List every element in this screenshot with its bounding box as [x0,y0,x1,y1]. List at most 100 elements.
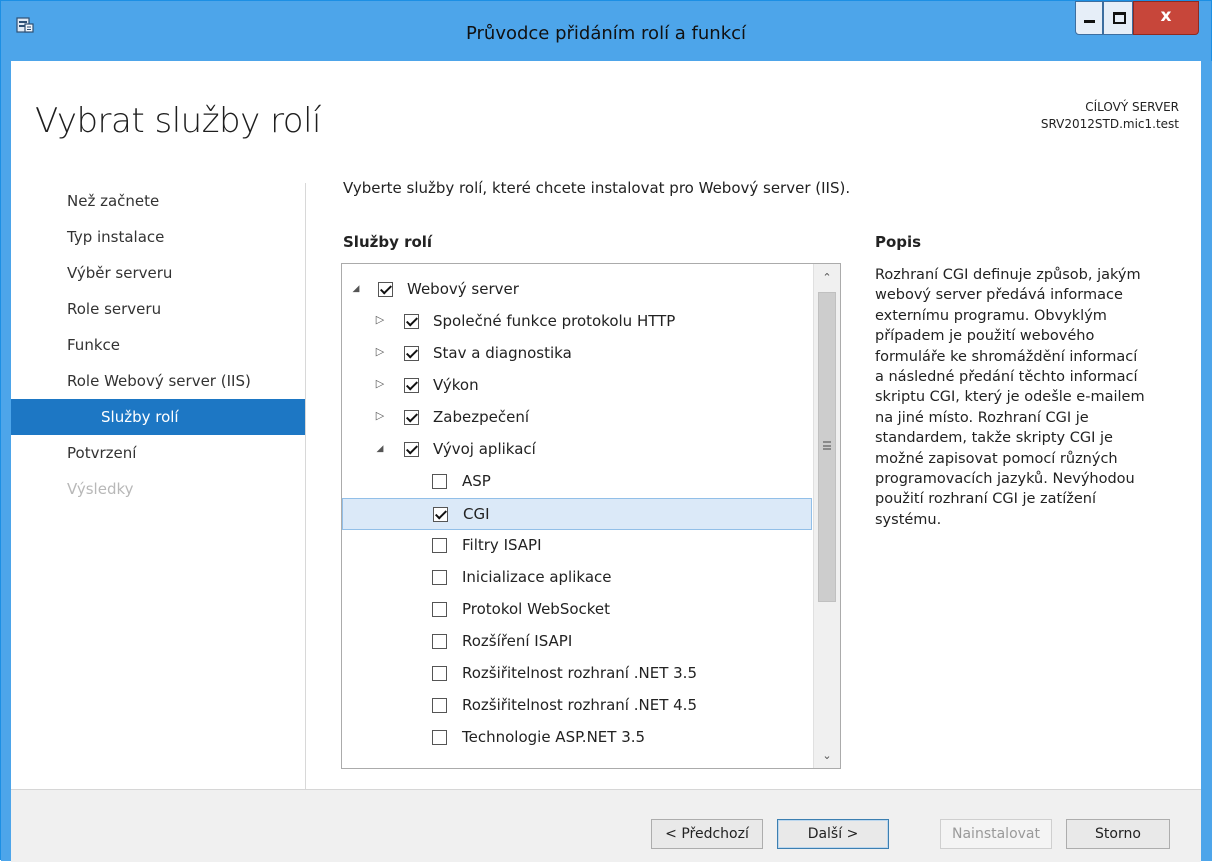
role-service-checkbox[interactable] [432,474,447,489]
window-title: Průvodce přidáním rolí a funkcí [465,23,747,44]
scroll-up-icon[interactable]: ⌃ [814,268,840,288]
target-server-info: CÍLOVÝ SERVER SRV2012STD.mic1.test [1041,99,1179,133]
role-service-label: Vývoj aplikací [433,440,536,458]
tree-scrollbar[interactable]: ⌃ ⌄ [813,264,840,768]
nav-item-before-you-begin[interactable]: Než začnete [11,183,305,219]
role-service-checkbox[interactable] [404,410,419,425]
role-service-label: Zabezpečení [433,408,529,426]
minimize-button[interactable] [1075,1,1103,35]
nav-divider [305,183,306,815]
tree-row[interactable]: ▷ Výkon [342,370,812,402]
tree-row[interactable]: ▷ Zabezpečení [342,402,812,434]
role-service-label: Filtry ISAPI [462,536,542,554]
role-service-checkbox[interactable] [432,538,447,553]
role-service-label: Společné funkce protokolu HTTP [433,312,676,330]
description-line: webový server předává informace [875,287,1123,304]
role-service-label: CGI [463,505,490,523]
maximize-button[interactable] [1103,1,1133,35]
grip-icon [823,441,831,450]
description-line: použití rozhraní CGI je zatížení [875,491,1096,508]
role-service-label: Výkon [433,376,479,394]
role-service-label: Stav a diagnostika [433,344,572,362]
tree-row[interactable]: Technologie ASP.NET 3.5 [342,722,812,754]
wizard-nav: Než začnete Typ instalace Výběr serveru … [11,183,305,507]
description-line: případem je použití webového [875,328,1095,345]
tree-row[interactable]: ◢ Vývoj aplikací [342,434,812,466]
nav-item-installation-type[interactable]: Typ instalace [11,219,305,255]
tree-row[interactable]: CGI [342,498,812,530]
role-services-tree[interactable]: ◢ Webový server ▷ Společné funkce protokolu… [341,263,841,769]
description-line: Rozhraní CGI definuje způsob, jakým [875,267,1141,283]
role-service-checkbox[interactable] [432,698,447,713]
scrollbar-thumb[interactable] [818,292,836,602]
page-title: Vybrat služby rolí [35,101,322,141]
role-service-label: Inicializace aplikace [462,568,612,586]
tree-row[interactable]: Rozšíření ISAPI [342,626,812,658]
window-border-left [1,61,11,861]
role-service-checkbox[interactable] [432,570,447,585]
tree-row[interactable]: ▷ Společné funkce protokolu HTTP [342,306,812,338]
cancel-button[interactable]: Storno [1066,819,1170,849]
description-line: na jiné místo. Rozhraní CGI je [875,409,1089,426]
install-button: Nainstalovat [940,819,1052,849]
nav-item-web-server-role[interactable]: Role Webový server (IIS) [11,363,305,399]
role-service-label: Rozšiřitelnost rozhraní .NET 4.5 [462,696,697,714]
expand-arrow-icon[interactable]: ▷ [374,313,386,326]
role-services-heading: Služby rolí [343,233,433,251]
expand-arrow-icon[interactable]: ▷ [374,345,386,358]
nav-item-role-services[interactable]: Služby rolí [11,399,305,435]
wizard-content: Vybrat služby rolí CÍLOVÝ SERVER SRV2012… [11,61,1201,862]
collapse-arrow-icon[interactable]: ◢ [374,444,386,454]
previous-button[interactable]: < Předchozí [651,819,763,849]
expand-arrow-icon[interactable]: ▷ [374,377,386,390]
description-line: formuláře ke shromáždění informací [875,348,1138,365]
tree-row[interactable]: ▷ Stav a diagnostika [342,338,812,370]
tree-row[interactable]: Rozšiřitelnost rozhraní .NET 3.5 [342,658,812,690]
nav-item-confirmation[interactable]: Potvrzení [11,435,305,471]
wizard-window: Průvodce přidáním rolí a funkcí x Vybrat… [0,0,1212,862]
role-service-checkbox[interactable] [432,634,447,649]
role-service-label: Protokol WebSocket [462,600,611,618]
nav-item-server-roles[interactable]: Role serveru [11,291,305,327]
window-border-right [1201,61,1212,861]
role-service-checkbox[interactable] [432,602,447,617]
description-heading: Popis [875,233,922,251]
role-service-checkbox[interactable] [432,730,447,745]
title-bar: Průvodce přidáním rolí a funkcí x [1,1,1211,61]
minimize-icon [1084,20,1095,23]
close-icon: x [1160,6,1172,26]
next-button[interactable]: Další > [777,819,889,849]
expand-arrow-icon[interactable]: ▷ [374,409,386,422]
role-service-label: ASP [462,472,491,490]
close-button[interactable]: x [1133,1,1199,35]
description-line: systému. [875,511,942,528]
tree-row[interactable]: ASP [342,466,812,498]
collapse-arrow-icon[interactable]: ◢ [350,284,362,294]
scroll-down-icon[interactable]: ⌄ [814,746,840,766]
role-service-checkbox[interactable] [404,442,419,457]
description-line: externímu programu. Obvyklým [875,307,1107,324]
description-line: možné zapisovat pomocí různých [875,450,1118,467]
role-service-checkbox[interactable] [404,378,419,393]
nav-item-server-selection[interactable]: Výběr serveru [11,255,305,291]
nav-item-features[interactable]: Funkce [11,327,305,363]
role-service-checkbox[interactable] [404,314,419,329]
role-service-label: Technologie ASP.NET 3.5 [462,728,646,746]
nav-item-results: Výsledky [67,480,134,498]
role-service-checkbox[interactable] [404,346,419,361]
role-service-label: Webový server [407,280,519,298]
description-text: Rozhraní CGI definuje způsob, jakým webov… [875,265,1177,530]
intro-text: Vyberte služby rolí, které chcete instal… [343,179,851,197]
tree-row[interactable]: Rozšiřitelnost rozhraní .NET 4.5 [342,690,812,722]
role-service-checkbox[interactable] [378,282,393,297]
role-service-checkbox[interactable] [433,507,448,522]
description-line: a následné předání těchto informací [875,369,1138,386]
tree-row[interactable]: Inicializace aplikace [342,562,812,594]
tree-row[interactable]: Protokol WebSocket [342,594,812,626]
tree-row[interactable]: ◢ Webový server [342,274,812,306]
tree-row[interactable]: Filtry ISAPI [342,530,812,562]
description-line: skriptu CGI, který je odešle e-mailem [875,389,1145,406]
role-service-checkbox[interactable] [432,666,447,681]
description-line: programovacích jazyků. Nevýhodou [875,471,1135,488]
wizard-footer: < Předchozí Další > Nainstalovat Storno [11,789,1201,862]
